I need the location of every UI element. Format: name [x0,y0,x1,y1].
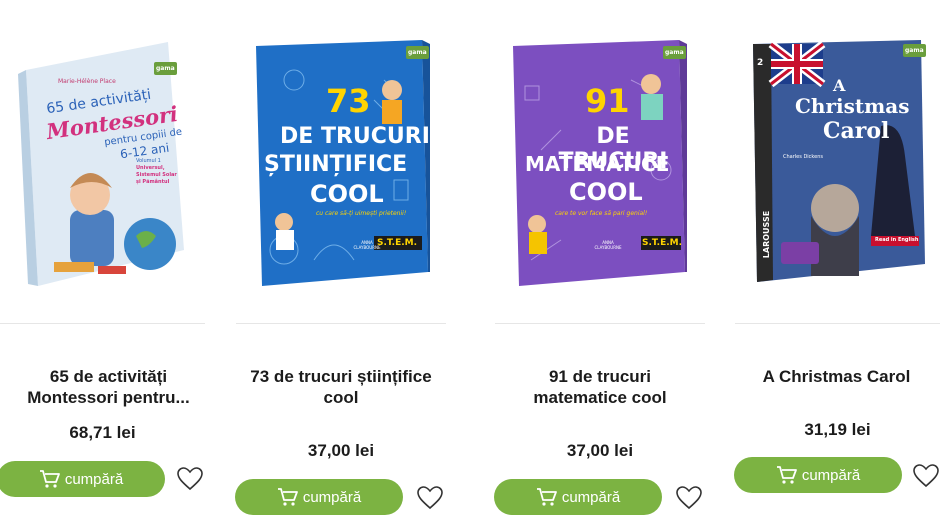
cover-publisher-logo: gama [903,44,926,57]
cover-line: DE TRUCURI [280,124,430,149]
cover-line: MATEMATICE [525,152,670,176]
cover-author: Marie-Hélène Place [58,78,116,85]
buy-button[interactable]: cumpără [494,479,662,515]
product-cover[interactable]: gama 91 DE TRUCURI MATEMATICE COOL care … [511,40,687,288]
cover-publisher-logo: gama [663,46,686,59]
heart-icon[interactable] [177,467,203,491]
product-card: gama 73 DE TRUCURI ȘTIINȚIFICE COOL cu c… [235,0,446,532]
cover-line: Volumul 1 [136,158,161,164]
cover-line: COOL [569,178,643,206]
cover-publisher-logo: gama [406,46,429,59]
buy-button-label: cumpără [64,470,124,488]
product-title[interactable]: A Christmas Carol [733,366,940,387]
product-cover[interactable]: gama 73 DE TRUCURI ȘTIINȚIFICE COOL cu c… [254,40,430,288]
product-cover[interactable]: gama 2 A Christmas Carol Charles Dickens… [751,40,927,286]
cover-line: Sistemul Solar [136,172,177,178]
cover-subtitle: care te vor face să pari genial! [555,210,648,217]
buy-button[interactable]: cumpără [734,457,902,493]
cart-icon [536,488,557,506]
cover-big-number: 91 [585,82,630,120]
cover-author: ANNA CLAYBOURNE [594,240,622,250]
buy-button[interactable]: cumpără [0,461,165,497]
product-card: Marie-Hélène Place gama 65 de activități… [0,0,205,532]
cover-author: Charles Dickens [783,154,823,160]
product-title[interactable]: 65 de activități Montessori pentru... [6,366,211,408]
cover-badge: S.T.E.M. [377,238,418,248]
buy-button-label: cumpără [561,488,621,506]
cover-line: A [833,76,846,95]
cover-badge: S.T.E.M. [642,238,683,248]
heart-icon[interactable] [676,486,702,510]
heart-icon[interactable] [417,486,443,510]
product-title[interactable]: 91 de trucuri matematice cool [497,366,703,408]
cart-icon [277,488,298,506]
product-price: 37,00 lei [566,441,634,460]
cart-icon [39,470,60,488]
buy-button-label: cumpără [801,466,861,484]
heart-icon[interactable] [913,464,939,488]
cover-line: COOL [310,180,384,208]
buy-button-label: cumpără [302,488,362,506]
product-price: 68,71 lei [69,423,136,442]
product-card: gama 91 DE TRUCURI MATEMATICE COOL care … [494,0,705,532]
product-price: 31,19 lei [804,420,871,439]
cover-tag: Read in English [875,237,919,243]
divider [735,323,940,324]
cover-series-number: 2 [757,58,764,68]
divider [495,323,705,324]
divider [236,323,446,324]
cover-line: Christmas [795,94,910,118]
cover-spine-text: LAROUSSE [762,210,772,259]
divider [0,323,205,324]
cover-line: Carol [823,118,890,144]
cart-icon [776,466,797,484]
cover-big-number: 73 [326,82,371,120]
buy-button[interactable]: cumpără [235,479,403,515]
cover-subtitle: cu care să-ți uimești prietenii! [316,210,407,217]
product-cover[interactable]: Marie-Hélène Place gama 65 de activități… [18,40,186,288]
product-title[interactable]: 73 de trucuri științifice cool [236,366,446,408]
cover-line: și Pământul [136,179,170,185]
product-card: gama 2 A Christmas Carol Charles Dickens… [733,0,940,532]
cover-publisher-logo: gama [154,62,177,75]
cover-line: ȘTIINȚIFICE [264,152,408,177]
product-price: 37,00 lei [307,441,375,460]
cover-line: Universul, [136,165,165,171]
